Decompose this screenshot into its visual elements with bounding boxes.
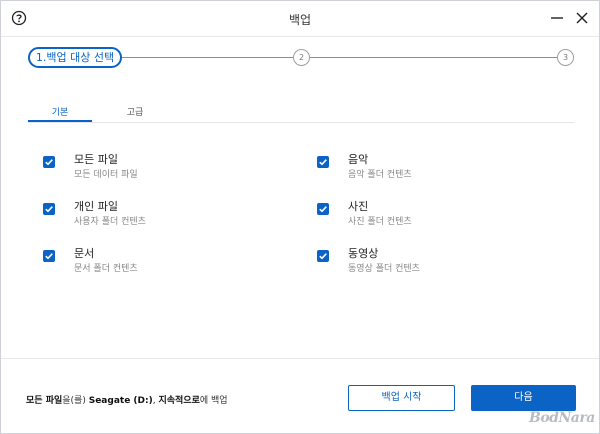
option-title: 개인 파일 (74, 200, 118, 213)
next-button[interactable]: 다음 (471, 385, 576, 411)
option-documents[interactable]: 문서 문서 폴더 컨텐츠 (43, 245, 263, 275)
summary-tail: 에 백업 (199, 396, 228, 406)
step-connector (122, 57, 293, 58)
summary-target: 모든 파일 (26, 396, 63, 406)
close-icon[interactable] (574, 10, 590, 26)
backup-window: 백업 1.백업 대상 선택 2 3 기본 고급 모든 파일 모든 데이터 파일 (0, 0, 600, 434)
option-title: 문서 (74, 247, 95, 260)
summary-particle: 을(를) (62, 396, 89, 406)
checkbox-checked-icon[interactable] (43, 250, 55, 262)
option-description: 문서 폴더 컨텐츠 (74, 264, 138, 274)
option-videos[interactable]: 동영상 동영상 폴더 컨텐츠 (317, 245, 537, 275)
tab-bar: 기본 고급 (28, 103, 574, 123)
tab-basic[interactable]: 기본 (28, 105, 92, 122)
option-photos[interactable]: 사진 사진 폴더 컨텐츠 (317, 198, 537, 228)
summary-drive: Seagate (D:) (88, 396, 153, 406)
option-description: 사용자 폴더 컨텐츠 (74, 217, 146, 227)
summary-mode: 지속적으로 (158, 396, 200, 406)
minimize-icon[interactable] (549, 10, 565, 26)
window-title: 백업 (288, 13, 312, 27)
option-description: 동영상 폴더 컨텐츠 (348, 264, 420, 274)
checkbox-checked-icon[interactable] (317, 156, 329, 168)
step-indicator: 1.백업 대상 선택 2 3 (1, 41, 599, 75)
option-title: 모든 파일 (74, 153, 118, 166)
start-backup-button[interactable]: 백업 시작 (348, 385, 455, 411)
option-personal-files[interactable]: 개인 파일 사용자 폴더 컨텐츠 (43, 198, 263, 228)
step-2: 2 (293, 49, 310, 66)
checkbox-checked-icon[interactable] (317, 250, 329, 262)
tab-advanced[interactable]: 고급 (103, 105, 167, 122)
checkbox-checked-icon[interactable] (317, 203, 329, 215)
title-bar: 백업 (1, 1, 599, 37)
option-all-files[interactable]: 모든 파일 모든 데이터 파일 (43, 151, 263, 181)
option-description: 음악 폴더 컨텐츠 (348, 170, 412, 180)
option-title: 음악 (348, 153, 369, 166)
option-description: 사진 폴더 컨텐츠 (348, 217, 412, 227)
checkbox-checked-icon[interactable] (43, 203, 55, 215)
option-title: 사진 (348, 200, 369, 213)
backup-summary: 모든 파일을(를) Seagate (D:), 지속적으로에 백업 (26, 393, 228, 406)
checkbox-checked-icon[interactable] (43, 156, 55, 168)
option-music[interactable]: 음악 음악 폴더 컨텐츠 (317, 151, 537, 181)
option-title: 동영상 (348, 247, 379, 260)
option-description: 모든 데이터 파일 (74, 170, 138, 180)
step-connector (310, 57, 557, 58)
step-3: 3 (557, 49, 574, 66)
watermark-logo: BodNara (529, 410, 595, 426)
step-1-select-target: 1.백업 대상 선택 (28, 47, 122, 68)
footer: 모든 파일을(를) Seagate (D:), 지속적으로에 백업 백업 시작 … (1, 358, 599, 434)
